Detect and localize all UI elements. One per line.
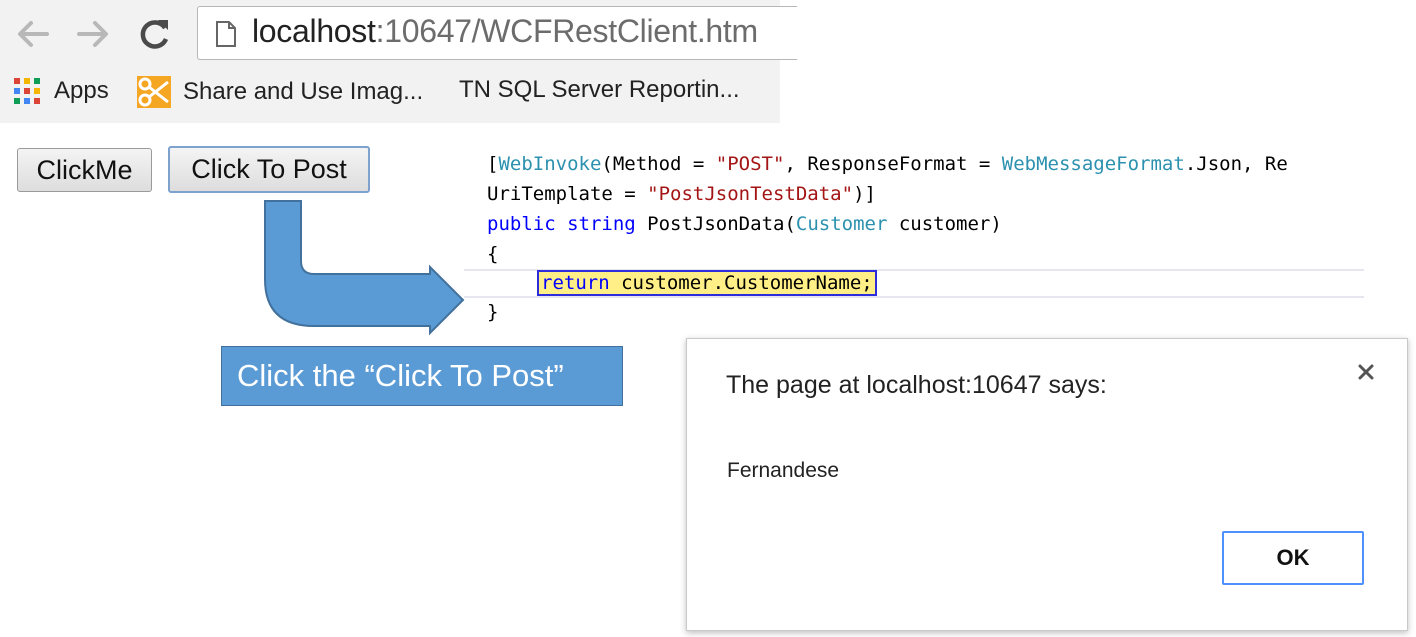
- back-button[interactable]: [12, 14, 52, 54]
- code-token: .Json, Re: [1184, 153, 1288, 175]
- bookmark-apps[interactable]: Apps: [12, 76, 109, 106]
- dialog-close-button[interactable]: [1351, 357, 1381, 387]
- alert-dialog: The page at localhost:10647 says: Fernan…: [686, 338, 1408, 631]
- forward-button[interactable]: [74, 14, 114, 54]
- code-token: "PostJsonTestData": [647, 183, 854, 205]
- code-token: "POST": [715, 153, 785, 175]
- code-line-6: }: [487, 301, 499, 323]
- page-icon: [216, 21, 236, 47]
- code-token: )]: [853, 183, 876, 205]
- code-token: (Method =: [601, 153, 716, 175]
- code-snippet: [WebInvoke(Method = "POST", ResponseForm…: [464, 150, 1364, 330]
- ok-button[interactable]: OK: [1222, 531, 1364, 585]
- code-token: WebMessageFormat: [1001, 153, 1185, 175]
- address-bar[interactable]: localhost:10647/WCFRestClient.htm: [197, 6, 797, 60]
- code-token: [: [487, 153, 499, 175]
- code-token: WebInvoke: [498, 153, 602, 175]
- code-line-2: UriTemplate = "PostJsonTestData")]: [487, 183, 876, 205]
- code-token: string: [567, 213, 636, 235]
- code-line-4: {: [487, 243, 499, 265]
- apps-grid-icon: [14, 78, 40, 104]
- code-token: Customer: [795, 213, 888, 235]
- click-to-post-button[interactable]: Click To Post: [168, 146, 370, 193]
- clickme-button[interactable]: ClickMe: [17, 148, 152, 192]
- code-token: public: [487, 213, 556, 235]
- reload-icon: [140, 20, 169, 49]
- instruction-callout: Click the “Click To Post”: [221, 346, 623, 406]
- close-icon: [1358, 364, 1374, 380]
- code-token: UriTemplate =: [487, 183, 648, 205]
- code-line-1: [WebInvoke(Method = "POST", ResponseForm…: [487, 153, 1288, 175]
- bookmark-share-images[interactable]: Share and Use Imag...: [137, 76, 423, 108]
- dialog-message: Fernandese: [727, 459, 840, 482]
- code-token: customer): [887, 213, 1002, 235]
- bookmark-label: TN SQL Server Reportin...: [459, 76, 740, 103]
- url-path: :10647/WCFRestClient.htm: [375, 13, 759, 49]
- url-host: localhost: [252, 13, 376, 49]
- browser-toolbar: localhost:10647/WCFRestClient.htm: [0, 0, 797, 64]
- forward-arrow-icon: [77, 21, 108, 47]
- scissors-icon: [137, 76, 171, 108]
- code-token: , ResponseFormat =: [784, 153, 1002, 175]
- arrow-shape: [264, 200, 465, 336]
- back-arrow-icon: [18, 21, 49, 47]
- bookmark-tn-sql[interactable]: TN SQL Server Reportin...: [447, 76, 740, 104]
- code-token: return: [541, 272, 610, 294]
- code-line-3: public string PostJsonData(Customer cust…: [487, 213, 1002, 235]
- code-token: PostJsonData(: [635, 213, 796, 235]
- url-text: localhost:10647/WCFRestClient.htm: [252, 13, 758, 50]
- highlighted-statement: return customer.CustomerName;: [537, 270, 877, 296]
- bookmark-label: Share and Use Imag...: [183, 78, 424, 105]
- current-line-highlight: return customer.CustomerName;: [464, 269, 1364, 298]
- bookmark-label: Apps: [54, 77, 109, 104]
- reload-button[interactable]: [135, 14, 175, 54]
- callout-text: Click the “Click To Post”: [237, 358, 564, 393]
- dialog-title: The page at localhost:10647 says:: [726, 371, 1107, 399]
- code-token: customer.CustomerName;: [609, 272, 873, 294]
- bookmarks-bar: Apps Share and Use Imag... TN SQL Server…: [0, 66, 780, 122]
- browser-chrome: localhost:10647/WCFRestClient.htm Apps S…: [0, 0, 797, 123]
